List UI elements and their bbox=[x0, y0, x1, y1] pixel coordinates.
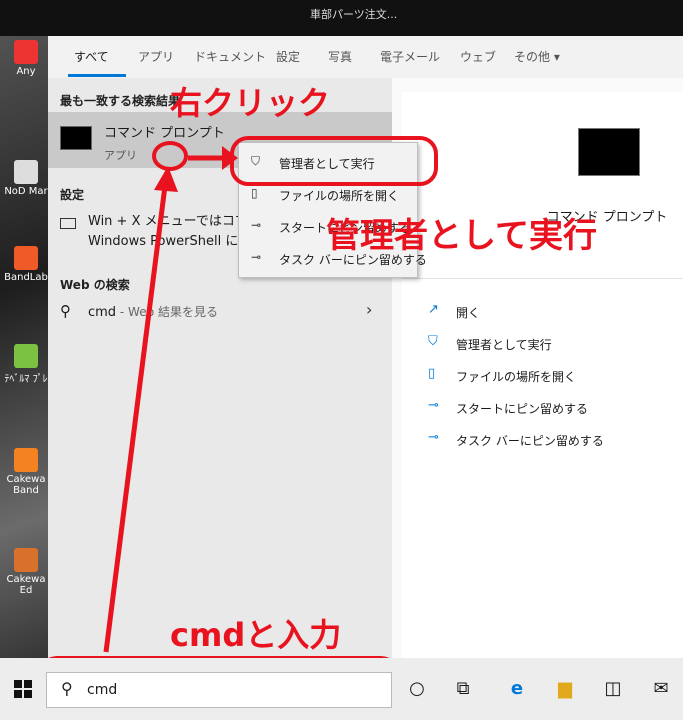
highlight-context-item bbox=[230, 136, 438, 186]
file-explorer-icon[interactable]: ▆ bbox=[554, 678, 576, 700]
cortana-icon[interactable]: ○ bbox=[406, 678, 428, 700]
task-view-icon[interactable]: ⧉ bbox=[452, 678, 474, 700]
search-input-value: cmd bbox=[87, 682, 118, 698]
annotation-run-as-admin: 管理者として実行 bbox=[326, 216, 597, 256]
annotation-type-cmd: cmdと入力 bbox=[170, 616, 342, 654]
edge-icon[interactable]: e bbox=[506, 678, 528, 700]
windows-start-icon[interactable] bbox=[14, 680, 32, 698]
store-icon[interactable]: ◫ bbox=[602, 678, 624, 700]
taskbar-search-input[interactable]: ⚲ cmd bbox=[46, 672, 392, 708]
taskbar: ⚲ cmd ○ ⧉ e ▆ ◫ ✉ bbox=[0, 658, 683, 720]
annotation-overlay bbox=[34, 136, 438, 718]
arrow-line bbox=[103, 177, 169, 653]
annotation-right-click: 右クリック bbox=[170, 84, 331, 122]
click-marker bbox=[152, 141, 188, 171]
mail-icon[interactable]: ✉ bbox=[650, 678, 672, 700]
search-icon: ⚲ bbox=[61, 679, 73, 698]
